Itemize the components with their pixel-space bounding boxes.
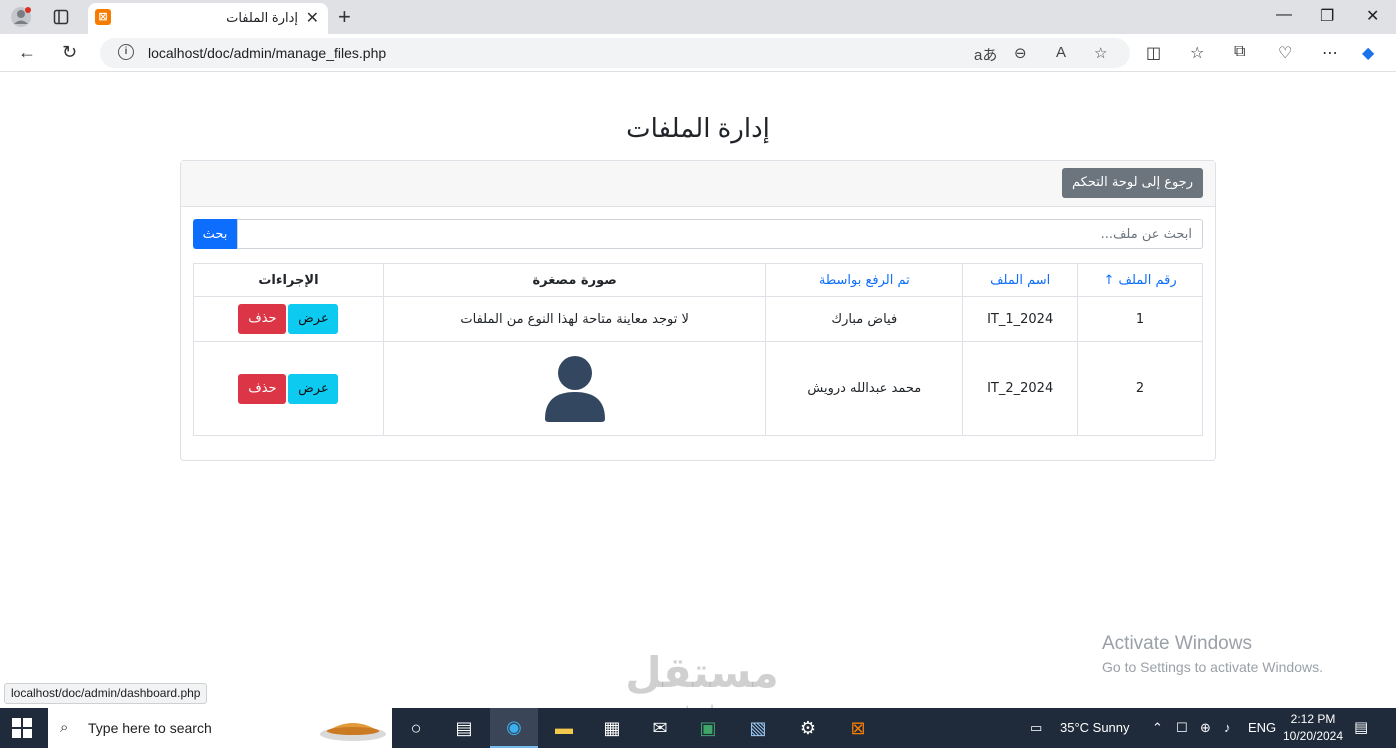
weather-text[interactable]: 35°C Sunny (1060, 720, 1130, 735)
cell-file-name: IT_2_2024 (962, 341, 1079, 436)
settings-gear-icon[interactable]: ⚙ (784, 708, 832, 748)
header-file-name[interactable]: اسم الملف (962, 263, 1079, 297)
header-file-number[interactable]: رقم الملف ↑ (1077, 263, 1203, 297)
back-arrow-icon[interactable]: ← (18, 42, 36, 63)
excel-icon[interactable]: ▣ (684, 708, 732, 748)
chevron-up-icon[interactable]: ⌃ (1152, 720, 1163, 736)
new-tab-icon[interactable]: + (338, 4, 351, 30)
delete-button[interactable]: حذف (238, 373, 287, 404)
cell-file-number: 1 (1077, 296, 1203, 342)
table-row: 2 IT_2_2024 محمد عبدالله درويش عرضحذف (193, 341, 1203, 436)
weather-icon: ▭ (1030, 720, 1043, 735)
table-row: 1 IT_1_2024 فياض مبارك لا توجد معاينة مت… (193, 296, 1203, 342)
files-table: رقم الملف ↑ اسم الملف تم الرفع بواسطة صو… (193, 263, 1203, 436)
search-icon: ⌕ (60, 719, 69, 736)
cell-file-number: 2 (1077, 341, 1203, 436)
search-form: بحث (193, 219, 1203, 249)
view-button[interactable]: عرض (288, 373, 339, 404)
meet-icon[interactable]: ☐ (1176, 720, 1188, 736)
header-actions: الإجراءات (193, 263, 384, 297)
refresh-icon[interactable]: ↻ (62, 42, 77, 63)
page-content: إدارة الملفات رجوع إلى لوحة التحكم بحث ر… (4, 73, 1392, 705)
back-to-dashboard-button[interactable]: رجوع إلى لوحة التحكم (1062, 168, 1203, 198)
search-button[interactable]: بحث (193, 219, 237, 249)
pie-search-highlight-icon (320, 723, 386, 741)
status-bar-url: localhost/doc/admin/dashboard.php (4, 683, 208, 704)
read-aloud-icon[interactable]: A (1056, 44, 1066, 61)
browser-tab-active[interactable]: ⊠ إدارة الملفات ✕ (88, 3, 328, 34)
close-tab-icon[interactable]: ✕ (306, 8, 319, 28)
files-card: رجوع إلى لوحة التحكم بحث رقم الملف ↑ اسم… (180, 160, 1216, 461)
address-url[interactable]: localhost/doc/admin/manage_files.php (148, 45, 386, 61)
tab-title: إدارة الملفات (226, 10, 298, 25)
mail-icon[interactable]: ✉ (636, 708, 684, 748)
delete-button[interactable]: حذف (238, 304, 287, 334)
volume-icon[interactable]: ♪ (1224, 720, 1231, 735)
translate-icon[interactable]: aあ (974, 44, 997, 65)
tab-actions-icon[interactable] (50, 6, 72, 28)
favorite-star-icon[interactable]: ☆ (1094, 44, 1107, 62)
activate-subtitle: Go to Settings to activate Windows. (1102, 659, 1323, 675)
favorites-icon[interactable]: ☆ (1190, 43, 1204, 63)
collections-icon[interactable]: ⧉ (1234, 43, 1245, 61)
xampp-favicon-icon: ⊠ (95, 9, 111, 25)
windows-start-icon[interactable] (12, 718, 32, 743)
cell-actions: عرضحذف (193, 341, 384, 436)
widgets-icon[interactable]: ▤ (440, 708, 488, 748)
taskbar-search[interactable]: ⌕ Type here to search (48, 708, 392, 748)
notes-icon[interactable]: ▧ (734, 708, 782, 748)
notifications-icon[interactable]: ▤ (1354, 718, 1368, 736)
site-info-icon[interactable]: i (118, 44, 134, 60)
browser-essentials-icon[interactable]: ♡ (1278, 43, 1292, 63)
cell-thumbnail (382, 341, 767, 436)
close-window-icon[interactable]: ✕ (1366, 6, 1379, 26)
task-view-icon[interactable]: ○ (392, 708, 440, 748)
cell-thumbnail-text: لا توجد معاينة متاحة لهذا النوع من الملف… (382, 296, 767, 342)
minimize-icon[interactable]: — (1276, 6, 1292, 24)
network-icon[interactable]: ⊕ (1200, 720, 1211, 736)
profile-icon[interactable] (10, 6, 32, 28)
clock[interactable]: 2:12 PM 10/20/2024 (1278, 711, 1348, 745)
zoom-icon[interactable]: ⊖ (1014, 44, 1027, 62)
cell-uploader: محمد عبدالله درويش (765, 341, 964, 436)
restore-icon[interactable]: ❐ (1320, 6, 1334, 26)
browser-toolbar: ← ↻ i localhost/doc/admin/manage_files.p… (0, 34, 1396, 72)
clock-time: 2:12 PM (1290, 712, 1336, 726)
taskbar-search-placeholder: Type here to search (88, 720, 212, 736)
browser-tab-bar: ⊠ إدارة الملفات ✕ + — ❐ ✕ (0, 0, 1396, 34)
activate-title: Activate Windows (1102, 633, 1252, 654)
split-screen-icon[interactable]: ◫ (1146, 43, 1161, 63)
mostaql-watermark: مستقل (625, 648, 779, 697)
cell-uploader: فياض مبارك (765, 296, 964, 342)
cell-actions: عرضحذف (193, 296, 384, 342)
view-button[interactable]: عرض (288, 304, 339, 334)
copilot-icon[interactable]: ◆ (1362, 43, 1374, 63)
edge-app-icon[interactable]: ◉ (490, 708, 538, 748)
page-title: إدارة الملفات (626, 113, 770, 143)
xampp-app-icon[interactable]: ⊠ (834, 708, 882, 748)
search-input[interactable] (237, 219, 1203, 249)
file-explorer-icon[interactable]: ▬ (540, 708, 588, 748)
clock-date: 10/20/2024 (1282, 729, 1344, 743)
store-icon[interactable]: ▦ (588, 708, 636, 748)
activate-windows-watermark: Activate Windows Go to Settings to activ… (1102, 633, 1323, 675)
header-uploaded-by[interactable]: تم الرفع بواسطة (765, 263, 964, 297)
language-indicator[interactable]: ENG (1248, 720, 1276, 735)
user-avatar-icon[interactable] (543, 355, 607, 423)
windows-taskbar: ⌕ Type here to search ○ ▤ ◉ ▬ ▦ ✉ ▣ ▧ ⚙ … (0, 708, 1396, 748)
card-header: رجوع إلى لوحة التحكم (181, 161, 1215, 207)
table-header-row: رقم الملف ↑ اسم الملف تم الرفع بواسطة صو… (193, 263, 1203, 297)
more-menu-icon[interactable]: ⋯ (1322, 43, 1338, 63)
cell-file-name: IT_1_2024 (962, 296, 1079, 342)
header-thumbnail: صورة مصغرة (382, 263, 767, 297)
address-bar[interactable]: i localhost/doc/admin/manage_files.php a… (100, 38, 1130, 68)
